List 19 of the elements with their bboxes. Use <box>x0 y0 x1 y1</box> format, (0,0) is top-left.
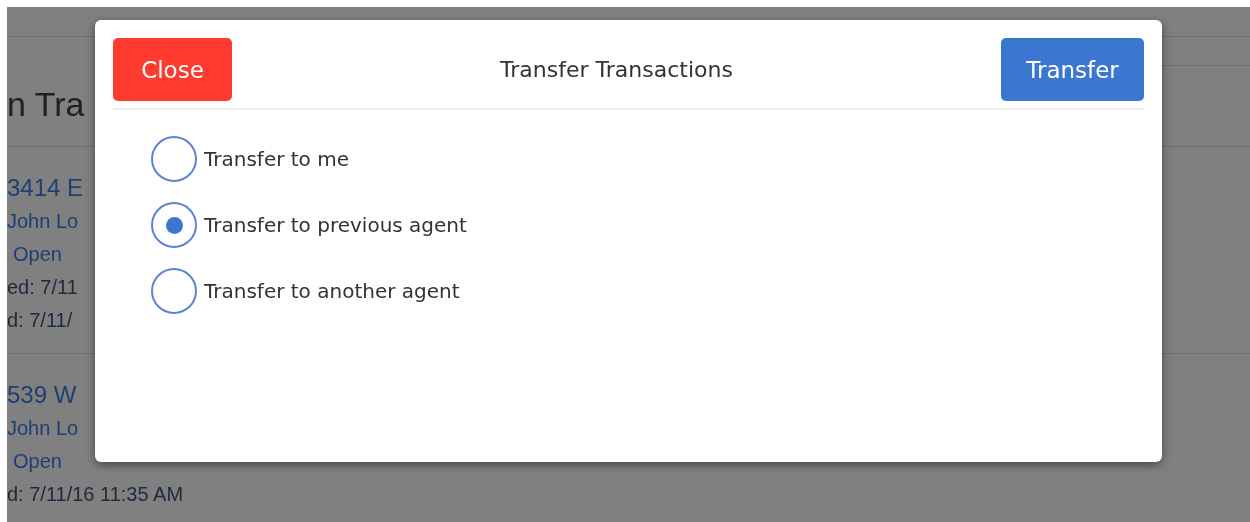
radio-button[interactable] <box>151 202 197 248</box>
close-button[interactable]: Close <box>113 38 232 101</box>
radio-label[interactable]: Transfer to another agent <box>204 279 460 303</box>
transaction-text: 539 W <box>7 380 77 410</box>
radio-button[interactable] <box>151 136 197 182</box>
transaction-text: ed: 7/11 <box>7 275 78 300</box>
transaction-text: John Lo <box>7 209 79 234</box>
dialog-title: Transfer Transactions <box>500 57 733 82</box>
transaction-text: d: 7/11/ <box>7 308 73 333</box>
transfer-button[interactable]: Transfer <box>1001 38 1144 101</box>
transaction-text: d: 7/11/16 11:35 AM <box>7 482 184 507</box>
radio-label[interactable]: Transfer to me <box>204 147 349 171</box>
radio-label[interactable]: Transfer to previous agent <box>204 213 467 237</box>
radio-button[interactable] <box>151 268 197 314</box>
transaction-text: Open <box>12 449 62 474</box>
transaction-text: John Lo <box>7 416 79 441</box>
transaction-text: Open <box>12 242 62 267</box>
transaction-text: 3414 E <box>7 173 84 203</box>
page-title: n Tra <box>7 84 85 125</box>
